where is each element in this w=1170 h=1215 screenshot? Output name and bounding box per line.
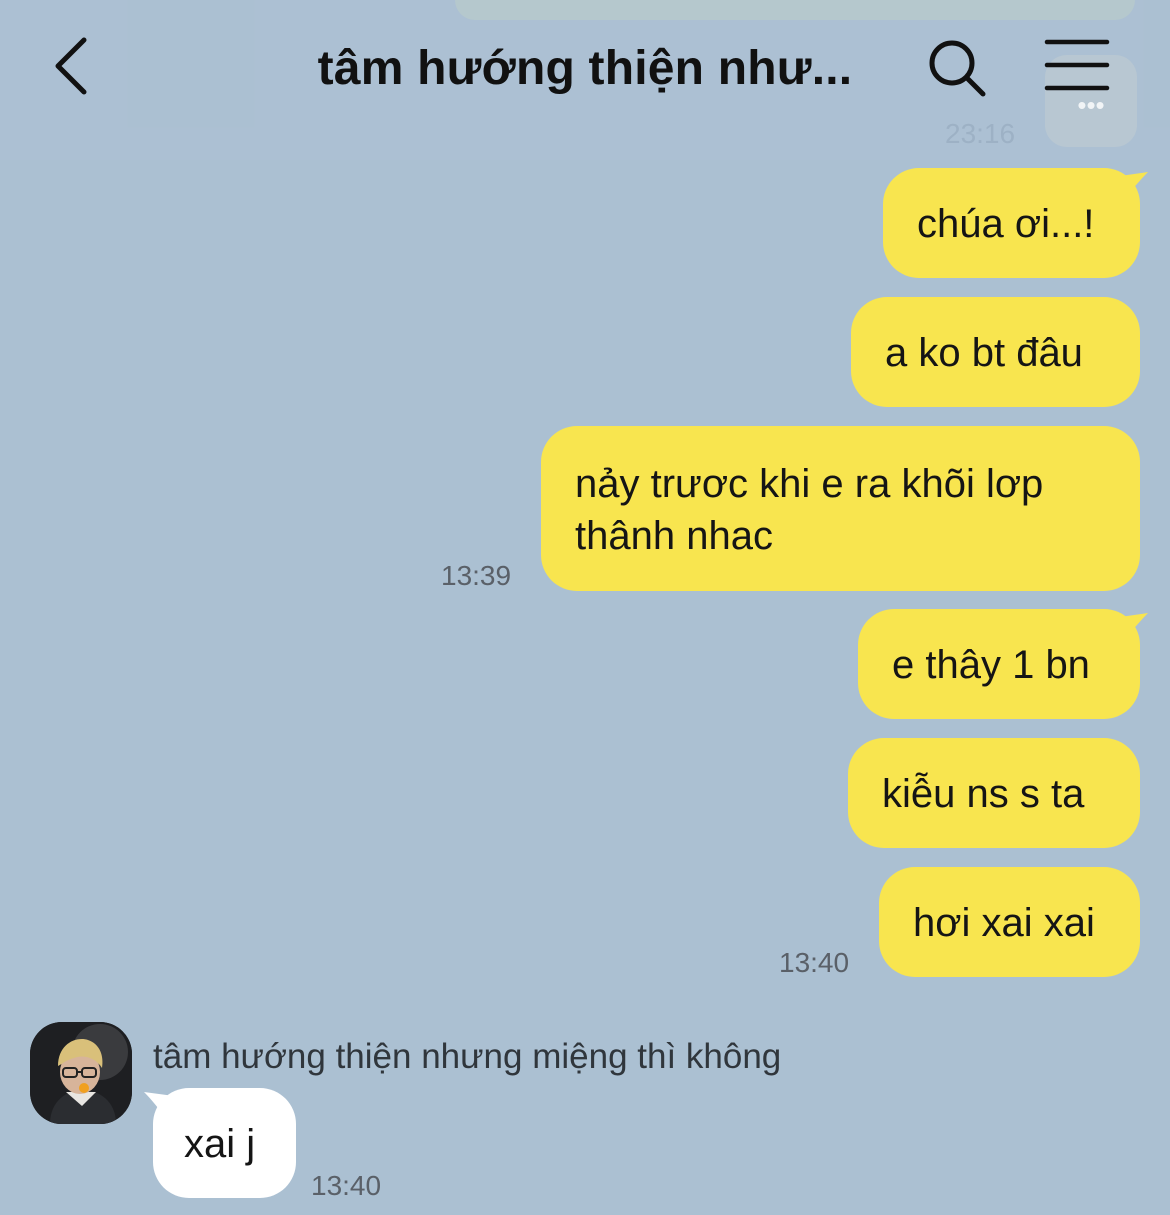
menu-button[interactable] bbox=[1043, 38, 1111, 92]
sent-message-bubble[interactable]: kiễu ns s ta bbox=[848, 738, 1140, 848]
message-text: xai j bbox=[184, 1122, 256, 1166]
message-timestamp: 13:40 bbox=[311, 1170, 382, 1201]
sent-message-bubble[interactable]: nảy trươc khi e ra khõi lơp thânh nhac bbox=[541, 426, 1140, 591]
sent-message-bubble[interactable]: chúa ơi...! bbox=[883, 168, 1140, 278]
back-button[interactable] bbox=[40, 30, 110, 100]
sender-name: tâm hướng thiện nhưng miệng thì không bbox=[153, 1037, 782, 1076]
sender-avatar[interactable] bbox=[30, 1022, 132, 1124]
message-text: a ko bt đâu bbox=[885, 331, 1083, 375]
message-timestamp: 13:39 bbox=[441, 560, 512, 591]
hamburger-menu-icon bbox=[1044, 39, 1110, 91]
received-message-bubble[interactable]: xai j bbox=[153, 1088, 296, 1198]
scrolled-time-ghost: 23:16 bbox=[945, 118, 1016, 149]
message-text: chúa ơi...! bbox=[917, 202, 1095, 246]
sent-message-bubble[interactable]: hơi xai xai bbox=[879, 867, 1140, 977]
message-text: hơi xai xai bbox=[913, 901, 1095, 945]
chat-title[interactable]: tâm hướng thiện như... bbox=[300, 36, 870, 102]
search-icon bbox=[929, 40, 986, 97]
avatar-image bbox=[30, 1022, 132, 1124]
message-text: kiễu ns s ta bbox=[882, 772, 1085, 816]
message-timestamp: 13:40 bbox=[779, 947, 850, 978]
message-text-line-2: thânh nhac bbox=[575, 514, 773, 558]
chat-header: ••• 23:16 tâm hướng thiện như... bbox=[0, 0, 1170, 160]
chevron-left-icon bbox=[55, 37, 87, 95]
scrolled-bubble-ghost bbox=[455, 0, 1135, 20]
message-text-line-1: nảy trươc khi e ra khõi lơp bbox=[575, 462, 1044, 506]
sent-message-bubble[interactable]: e thây 1 bn bbox=[858, 609, 1140, 719]
chat-screen: ••• 23:16 tâm hướng thiện như... chúa ơi… bbox=[0, 0, 1170, 1215]
sent-message-bubble[interactable]: a ko bt đâu bbox=[851, 297, 1140, 407]
message-text: e thây 1 bn bbox=[892, 643, 1090, 687]
search-button[interactable] bbox=[925, 36, 989, 100]
